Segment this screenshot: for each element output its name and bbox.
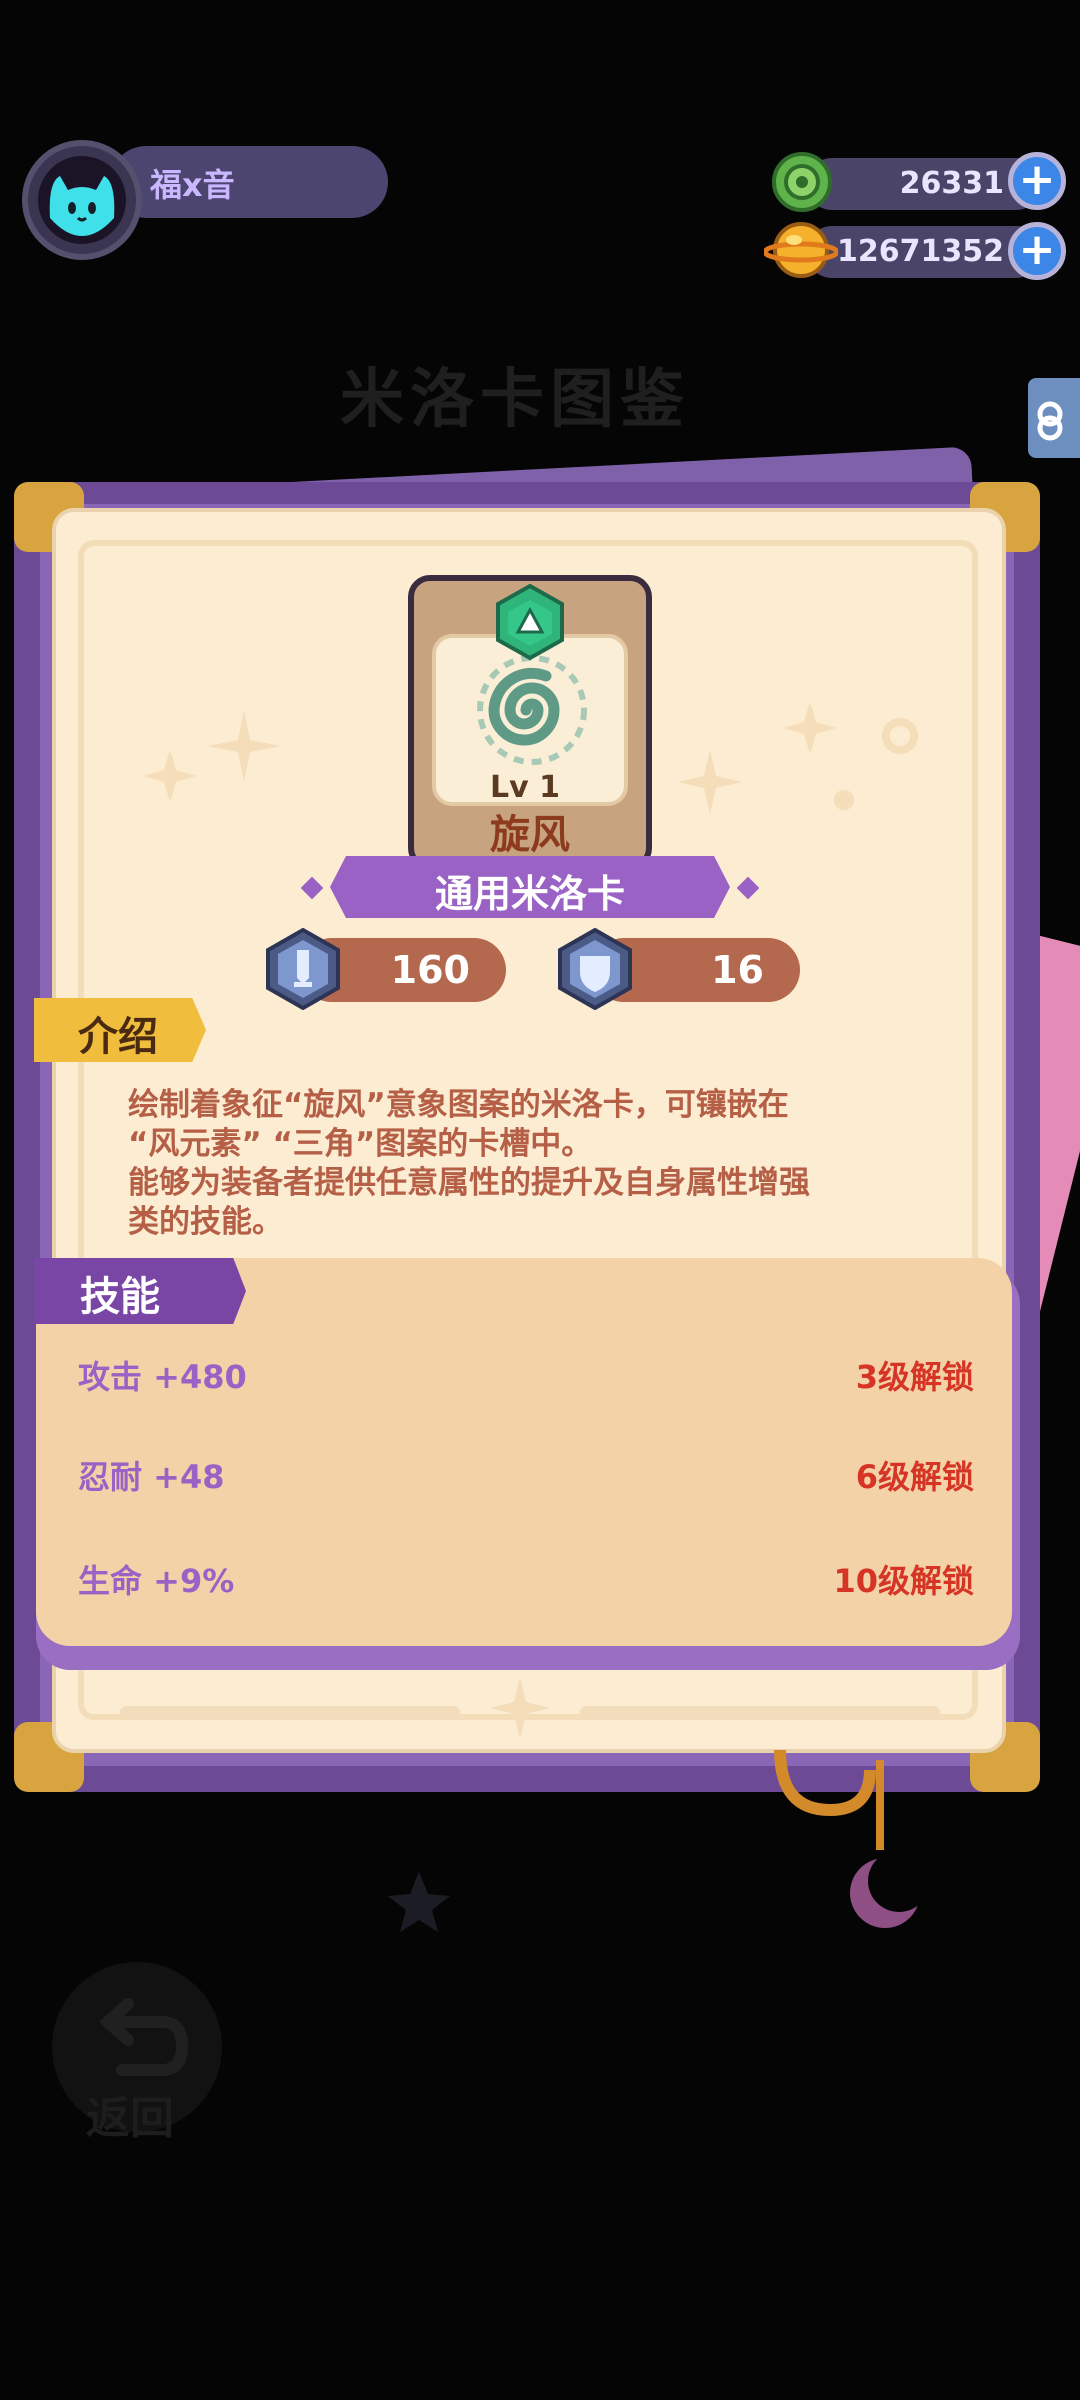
- card-type-label: 通用米洛卡: [434, 872, 625, 916]
- add-gems-button[interactable]: +: [1008, 152, 1066, 210]
- skills-label: 技能: [80, 1274, 160, 1320]
- intro-line: 绘制着象征“旋风”意象图案的米洛卡，可镶嵌在: [128, 1087, 789, 1123]
- intro-text: 绘制着象征“旋风”意象图案的米洛卡，可镶嵌在 “风元素” “三角”图案的卡槽中。…: [128, 1086, 918, 1242]
- skill-name: 忍耐 +48: [78, 1458, 225, 1496]
- coins-amount: 12671352: [837, 234, 1004, 269]
- sparkle-decoration: [144, 710, 280, 802]
- card-level: Lv 1: [490, 770, 560, 805]
- scissors-icon: [1037, 401, 1063, 441]
- skill-name: 攻击 +480: [78, 1358, 247, 1396]
- divider-line: [120, 1706, 460, 1720]
- intro-label: 介绍: [78, 1014, 158, 1060]
- intro-line: 能够为装备者提供任意属性的提升及自身属性增强: [128, 1165, 810, 1201]
- sparkle-decoration: [680, 702, 918, 814]
- whirlwind-icon: [477, 655, 587, 765]
- side-tab[interactable]: [1028, 378, 1080, 458]
- defense-value: 16: [711, 948, 764, 992]
- player-name: 福x音: [150, 166, 235, 204]
- back-label: 返回: [86, 2093, 174, 2144]
- avatar[interactable]: [38, 156, 126, 244]
- add-coins-button[interactable]: +: [1008, 222, 1066, 280]
- divider-line: [580, 1706, 940, 1720]
- green-gem-icon: [770, 150, 834, 214]
- moon-cut: [868, 1850, 930, 1912]
- gold-coin-icon: [762, 218, 840, 282]
- triangle-badge-icon: [496, 584, 564, 660]
- sword-icon: [264, 927, 342, 1011]
- intro-line: 类的技能。: [128, 1204, 283, 1240]
- skill-name: 生命 +9%: [78, 1562, 235, 1600]
- intro-line: “风元素” “三角”图案的卡槽中。: [128, 1126, 593, 1162]
- attack-value: 160: [390, 948, 470, 992]
- skill-unlock: 6级解锁: [855, 1458, 974, 1496]
- gems-amount: 26331: [899, 166, 1004, 201]
- shield-icon: [556, 927, 634, 1011]
- skill-unlock: 10级解锁: [833, 1562, 974, 1600]
- hanging-charm: [774, 1750, 884, 1850]
- skill-unlock: 3级解锁: [855, 1358, 974, 1396]
- card-name: 旋风: [490, 812, 570, 858]
- star-icon: [388, 1872, 450, 1932]
- background-title: 米洛卡图鉴: [340, 363, 690, 437]
- sparkle-decoration: [490, 1678, 550, 1738]
- cat-avatar-icon: [49, 176, 115, 236]
